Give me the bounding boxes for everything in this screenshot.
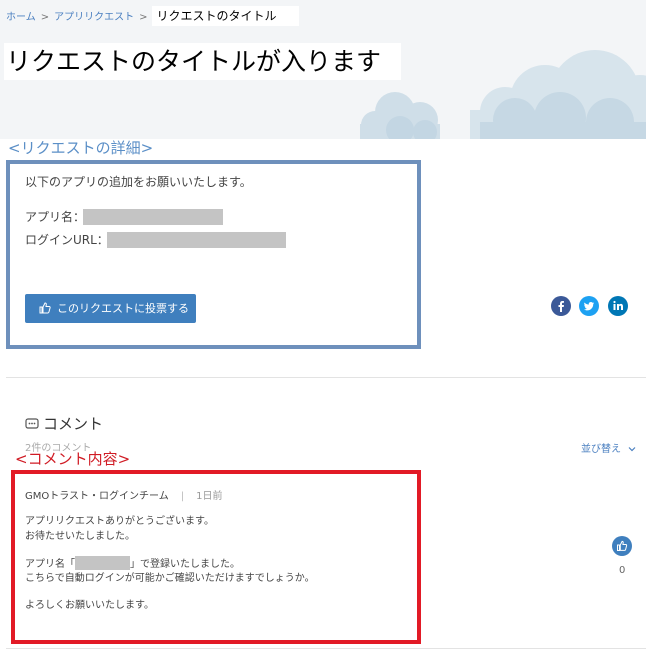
twitter-icon	[579, 296, 599, 316]
linkedin-share[interactable]	[608, 296, 628, 316]
request-intro: 以下のアプリの追加をお願いいたします。	[25, 175, 252, 189]
chevron-down-icon	[628, 447, 636, 452]
like-count: 0	[619, 565, 626, 576]
comments-heading: コメント	[25, 414, 103, 434]
speech-bubble-icon	[25, 418, 39, 429]
facebook-share[interactable]	[551, 296, 571, 316]
breadcrumb-separator: >	[40, 12, 50, 23]
comment-line: アプリリクエストありがとうございます。	[25, 516, 214, 527]
sort-label: 並び替え	[581, 444, 621, 455]
comment-text-suffix: 」で登録いたしました。	[130, 559, 240, 570]
comments-heading-label: コメント	[43, 415, 104, 433]
comment-meta: GMOトラスト・ログインチーム | 1日前	[25, 487, 223, 502]
comment-line: アプリ名「 」で登録いたしました。	[25, 556, 240, 572]
vote-request-button[interactable]: このリクエストに投票する	[25, 294, 196, 323]
sort-dropdown[interactable]: 並び替え	[581, 440, 636, 455]
comment-like-button[interactable]	[612, 536, 632, 556]
breadcrumb-home-link[interactable]: ホーム	[6, 12, 36, 23]
facebook-icon	[551, 296, 571, 316]
detail-annotation-label: <リクエストの詳細>	[8, 139, 154, 157]
comment-annotation-label: <コメント内容>	[15, 450, 131, 468]
meta-separator: |	[180, 491, 185, 502]
comment-line: お待たせいたしました。	[25, 531, 135, 542]
redacted-login-url	[107, 232, 286, 248]
thumbs-up-icon	[617, 540, 628, 551]
login-url-label: ログインURL：	[25, 233, 109, 247]
comment-author[interactable]: GMOトラスト・ログインチーム	[25, 491, 169, 502]
redacted-app-name	[83, 209, 223, 225]
thumbs-up-icon	[39, 302, 51, 314]
vote-button-label: このリクエストに投票する	[57, 302, 189, 315]
redacted-app-name	[75, 556, 130, 570]
linkedin-icon	[608, 296, 628, 316]
page-header: ホーム > アプリリクエスト > リクエストのタイトル リクエストのタイトルが入ります	[0, 0, 646, 139]
app-name-label: アプリ名：	[25, 210, 86, 224]
comment-line: よろしくお願いいたします。	[25, 600, 154, 611]
section-divider	[6, 648, 646, 649]
comment-time: 1日前	[196, 491, 223, 502]
section-divider	[6, 377, 646, 378]
breadcrumb: ホーム > アプリリクエスト > リクエストのタイトル	[6, 6, 299, 26]
breadcrumb-current: リクエストのタイトル	[152, 6, 299, 26]
twitter-share[interactable]	[579, 296, 599, 316]
breadcrumb-app-request-link[interactable]: アプリリクエスト	[54, 12, 134, 23]
comment-text-prefix: アプリ名「	[25, 559, 75, 570]
breadcrumb-separator: >	[139, 12, 148, 23]
page-title: リクエストのタイトルが入ります	[4, 43, 402, 80]
comment-line: こちらで自動ログインが可能かご確認いただけますでしょうか。	[25, 573, 315, 584]
